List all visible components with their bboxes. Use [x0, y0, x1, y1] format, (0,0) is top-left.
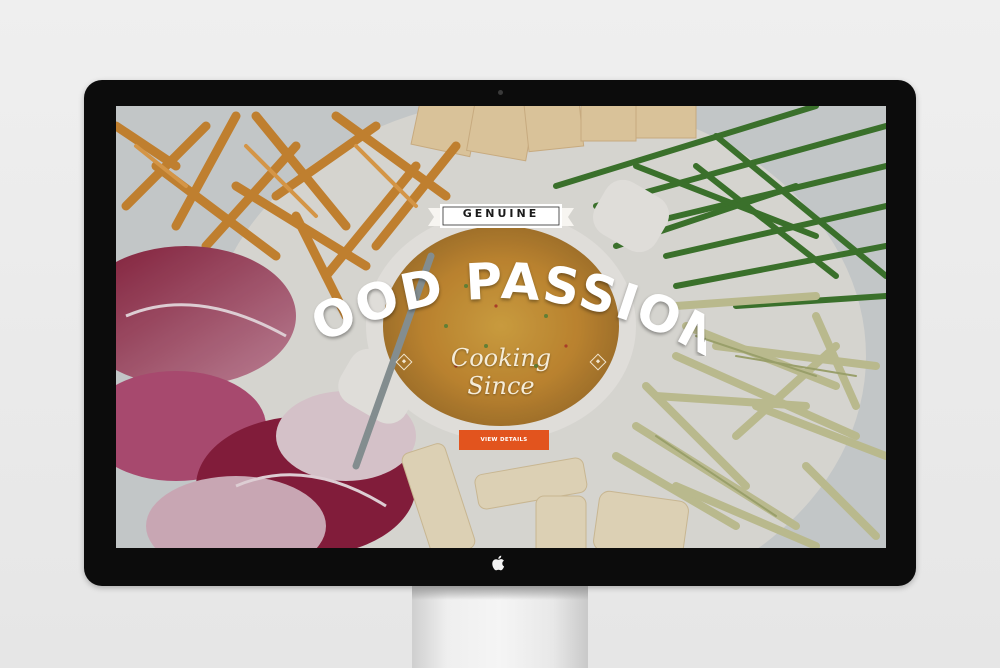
hero-section: GENUINE FOOD PASSION Cooking Since VIEW … — [116, 106, 886, 548]
view-details-button[interactable]: VIEW DETAILS — [459, 430, 549, 450]
svg-text:FOOD PASSION: FOOD PASSION — [296, 246, 706, 356]
webcam-dot — [498, 90, 503, 95]
diamond-icon — [395, 353, 413, 371]
hero-subtitle: Cooking Since — [450, 344, 552, 400]
hero-subtitle-row: Cooking Since — [386, 344, 616, 400]
diamond-icon — [589, 353, 607, 371]
stand-shadow — [412, 586, 588, 600]
product-mockup: GENUINE FOOD PASSION Cooking Since VIEW … — [0, 0, 1000, 668]
hero-badge: GENUINE — [462, 207, 540, 220]
apple-icon — [492, 555, 505, 571]
website-screen: GENUINE FOOD PASSION Cooking Since VIEW … — [116, 106, 886, 548]
hero-title: FOOD PASSION — [296, 246, 706, 356]
hero-title-text: FOOD PASSION — [296, 246, 706, 356]
